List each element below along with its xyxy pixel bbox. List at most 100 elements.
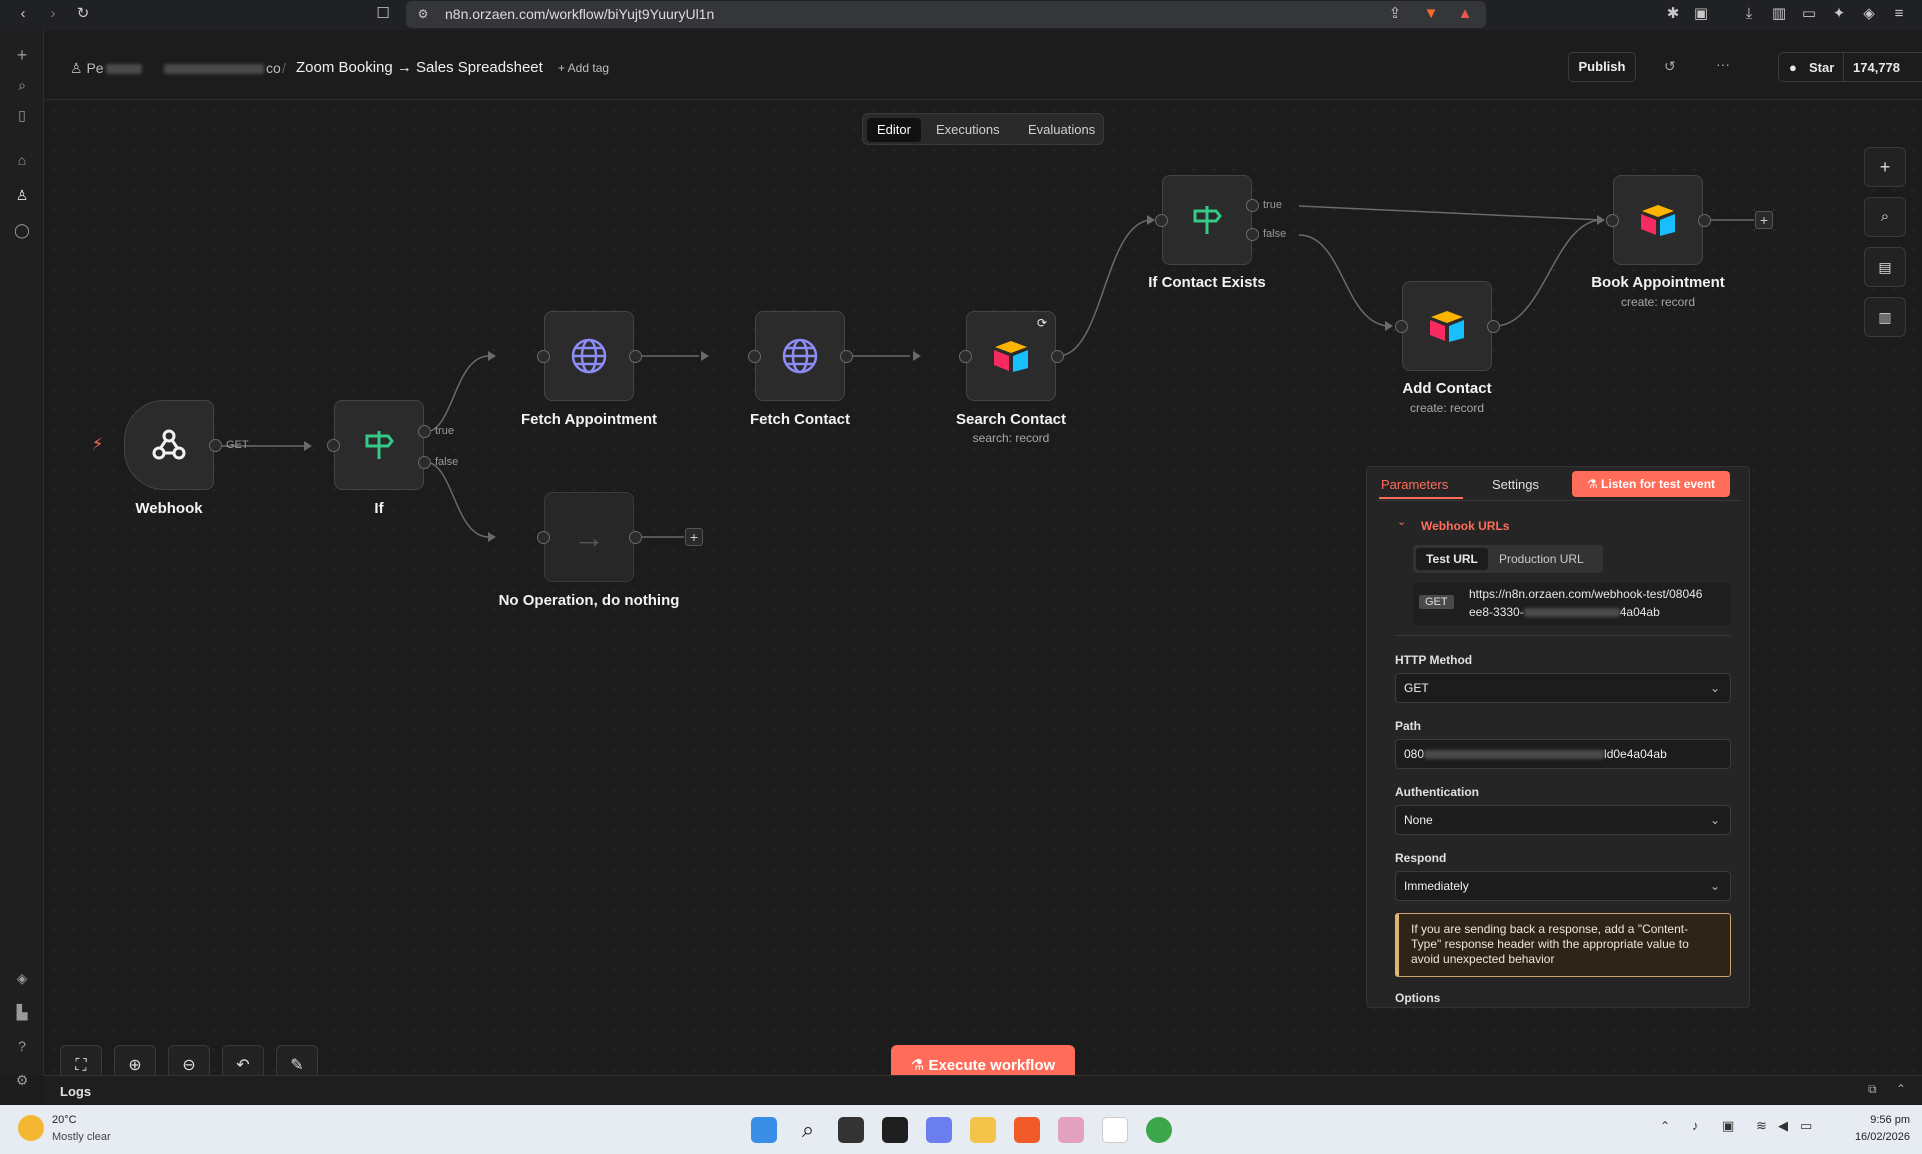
search-nodes-button[interactable]: ⌕: [1864, 197, 1906, 237]
share-icon[interactable]: ⇪: [1386, 5, 1404, 23]
slack-icon[interactable]: [1058, 1117, 1084, 1143]
add-tag-link[interactable]: + Add tag: [558, 61, 609, 75]
webhook-urls-header[interactable]: Webhook URLs: [1421, 519, 1509, 533]
chat-icon[interactable]: ◯: [12, 220, 32, 240]
clock-date[interactable]: 16/02/2026: [1844, 1131, 1910, 1143]
input-port[interactable]: [1395, 320, 1408, 333]
production-url-tab[interactable]: Production URL: [1499, 548, 1584, 570]
weather-icon[interactable]: [18, 1115, 44, 1141]
extensions-icon[interactable]: ✱: [1664, 5, 1682, 23]
add-icon[interactable]: +: [12, 45, 32, 65]
start-windows-icon[interactable]: [751, 1117, 777, 1143]
downloads-icon[interactable]: ⤓: [1740, 5, 1758, 23]
workflow-name[interactable]: Zoom Booking → Sales Spreadsheet: [296, 59, 543, 76]
add-node-button[interactable]: +: [1864, 147, 1906, 187]
tab-executions[interactable]: Executions: [926, 118, 1010, 142]
path-input[interactable]: 080 ld0e4a04ab: [1395, 739, 1731, 769]
tab-settings[interactable]: Settings: [1492, 477, 1539, 492]
chrome-icon[interactable]: [1146, 1117, 1172, 1143]
if-true-port[interactable]: [418, 425, 431, 438]
input-port[interactable]: [1155, 214, 1168, 227]
webhook-output-port[interactable]: [209, 439, 222, 452]
node-search-contact[interactable]: ⟳: [966, 311, 1056, 401]
node-fetch-appointment[interactable]: [544, 311, 634, 401]
pop-out-icon[interactable]: ⧉: [1868, 1082, 1877, 1097]
battery-icon[interactable]: ▭: [1800, 1118, 1812, 1134]
logs-bar[interactable]: Logs ⧉ ⌃: [44, 1075, 1922, 1105]
input-port[interactable]: [959, 350, 972, 363]
node-webhook[interactable]: [124, 400, 214, 490]
templates-icon[interactable]: ◈: [12, 968, 32, 988]
more-options-icon[interactable]: ···: [1716, 56, 1730, 72]
pycharm-icon[interactable]: [882, 1117, 908, 1143]
node-if-contact-exists[interactable]: [1162, 175, 1252, 265]
breadcrumb-folder[interactable]: co: [164, 60, 281, 76]
site-info-icon[interactable]: ⚙: [414, 5, 432, 23]
help-icon[interactable]: ?: [12, 1036, 32, 1056]
node-no-operation[interactable]: →: [544, 492, 634, 582]
search-icon[interactable]: ⌕: [795, 1117, 821, 1143]
input-port[interactable]: [537, 531, 550, 544]
task-view-icon[interactable]: [838, 1117, 864, 1143]
tab-editor[interactable]: Editor: [867, 118, 921, 142]
output-port[interactable]: [1698, 214, 1711, 227]
toggle-panel-button[interactable]: ▥: [1864, 297, 1906, 337]
wifi-icon[interactable]: ≋: [1756, 1118, 1767, 1134]
output-port[interactable]: [840, 350, 853, 363]
menu-icon[interactable]: ≡: [1890, 5, 1908, 23]
false-port[interactable]: [1246, 228, 1259, 241]
user-icon[interactable]: ♙: [12, 185, 32, 205]
tab-evaluations[interactable]: Evaluations: [1018, 118, 1105, 142]
collapse-chevron-icon[interactable]: ⌄: [1397, 515, 1406, 528]
if-input-port[interactable]: [327, 439, 340, 452]
http-method-select[interactable]: GET ⌄: [1395, 673, 1731, 703]
brave-icon[interactable]: [1014, 1117, 1040, 1143]
reload-icon[interactable]: ↻: [74, 5, 92, 23]
webhook-url-box[interactable]: GET https://n8n.orzaen.com/webhook-test/…: [1413, 583, 1731, 625]
node-if[interactable]: [334, 400, 424, 490]
app-icon[interactable]: [1102, 1117, 1128, 1143]
add-node-plus[interactable]: +: [1755, 211, 1773, 229]
output-port[interactable]: [629, 350, 642, 363]
test-url-tab[interactable]: Test URL: [1416, 548, 1488, 570]
sidebar-icon[interactable]: ▥: [1770, 5, 1788, 23]
node-add-contact[interactable]: [1402, 281, 1492, 371]
volume-icon[interactable]: ◀: [1778, 1118, 1788, 1134]
forward-icon[interactable]: ›: [44, 5, 62, 23]
vpn-icon[interactable]: ◈: [1860, 5, 1878, 23]
output-port[interactable]: [629, 531, 642, 544]
bookmark-icon[interactable]: ☐: [374, 5, 392, 23]
sticky-note-button[interactable]: ▤: [1864, 247, 1906, 287]
tray-chevron-icon[interactable]: ⌃: [1660, 1119, 1670, 1133]
input-port[interactable]: [748, 350, 761, 363]
node-fetch-contact[interactable]: [755, 311, 845, 401]
respond-select[interactable]: Immediately ⌄: [1395, 871, 1731, 901]
history-icon[interactable]: ↺: [1664, 58, 1676, 75]
node-book-appointment[interactable]: [1613, 175, 1703, 265]
input-port[interactable]: [1606, 214, 1619, 227]
breadcrumb-project[interactable]: ♙ Pe: [70, 60, 142, 77]
url-text[interactable]: n8n.orzaen.com/workflow/biYujt9YuuryUl1n: [445, 6, 714, 22]
settings-gear-icon[interactable]: ⚙: [12, 1070, 32, 1090]
output-port[interactable]: [1051, 350, 1064, 363]
chevron-up-icon[interactable]: ⌃: [1896, 1082, 1906, 1096]
output-port[interactable]: [1487, 320, 1500, 333]
back-icon[interactable]: ‹: [14, 5, 32, 23]
add-node-plus[interactable]: +: [685, 528, 703, 546]
brave-shield-icon[interactable]: ▼: [1422, 5, 1440, 23]
input-port[interactable]: [537, 350, 550, 363]
insights-icon[interactable]: ▙: [12, 1002, 32, 1022]
listen-test-event-button[interactable]: ⚗ Listen for test event: [1572, 471, 1730, 497]
search-refresh-icon[interactable]: ⟳: [1037, 316, 1047, 330]
search-icon[interactable]: ⌕: [12, 75, 32, 95]
mic-icon[interactable]: ♪: [1692, 1118, 1699, 1133]
display-icon[interactable]: ▣: [1722, 1118, 1734, 1134]
tab-parameters[interactable]: Parameters: [1381, 477, 1448, 492]
clock-time[interactable]: 9:56 pm: [1854, 1114, 1910, 1126]
true-port[interactable]: [1246, 199, 1259, 212]
screenshot-icon[interactable]: ▣: [1692, 5, 1710, 23]
leo-ai-icon[interactable]: ✦: [1830, 5, 1848, 23]
wallet-icon[interactable]: ▭: [1800, 5, 1818, 23]
github-star-button[interactable]: ● Star 174,778: [1778, 52, 1922, 82]
publish-button[interactable]: Publish: [1568, 52, 1636, 82]
